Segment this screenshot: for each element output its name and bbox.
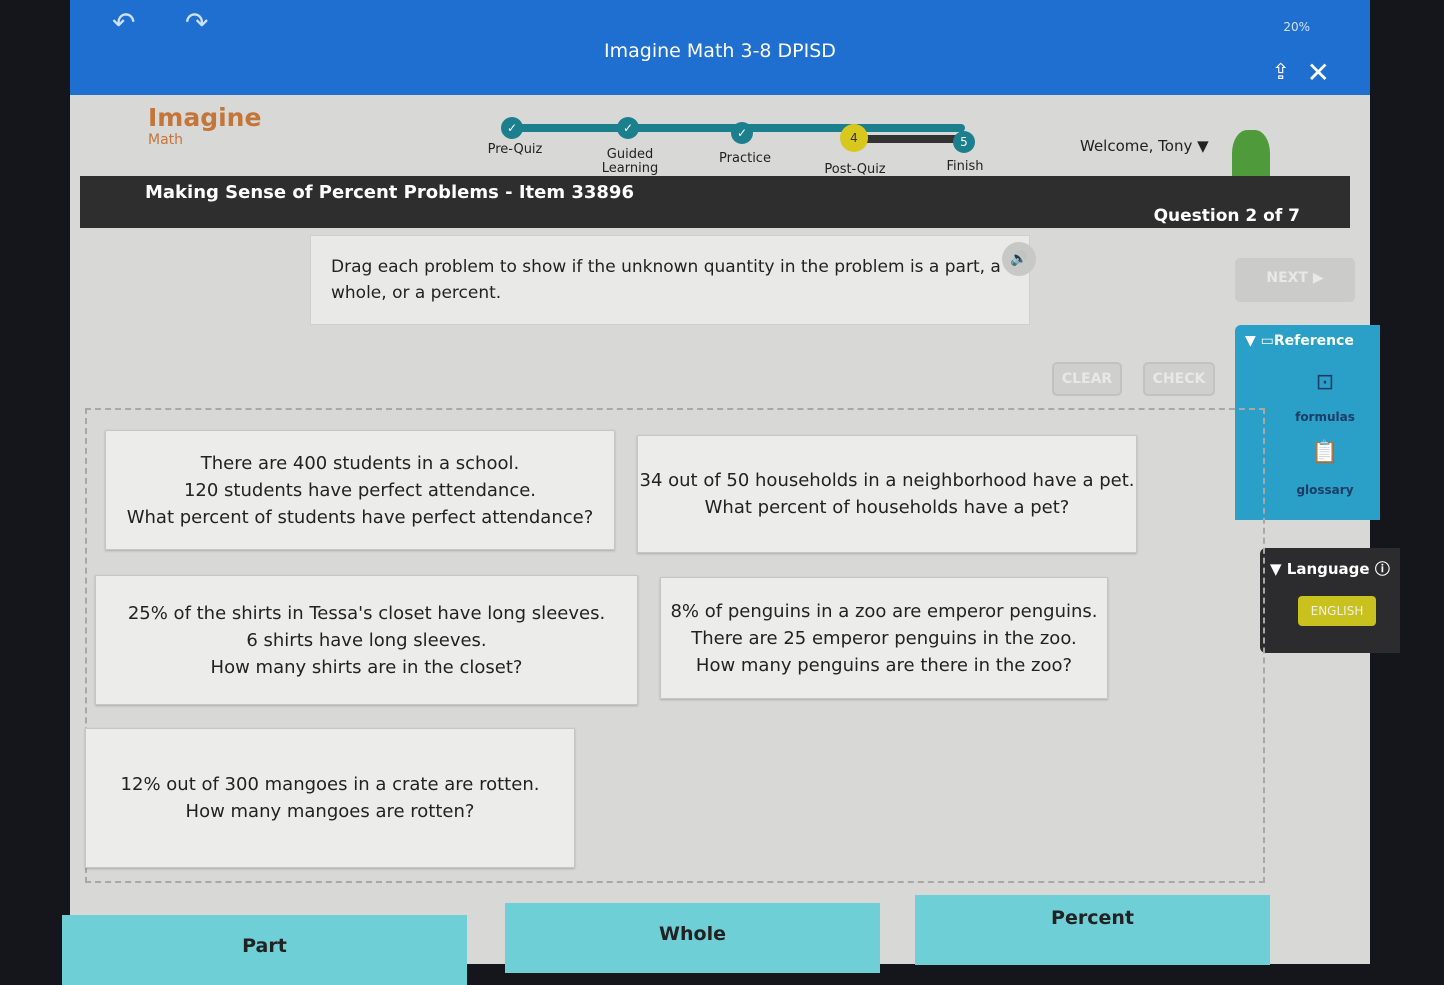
problem-card[interactable]: There are 400 students in a school. 120 s… — [105, 430, 615, 550]
card-line: How many shirts are in the closet? — [210, 656, 523, 678]
step-label: Post-Quiz — [824, 162, 886, 177]
question-counter: Question 2 of 7 — [1153, 206, 1300, 226]
language-panel: ▼ Language ⓘ ENGLISH — [1260, 548, 1400, 653]
problem-card[interactable]: 8% of penguins in a zoo are emperor peng… — [660, 577, 1108, 699]
info-icon[interactable]: ⓘ — [1375, 560, 1390, 578]
check-button[interactable]: CHECK — [1143, 362, 1215, 396]
card-line: 12% out of 300 mangoes in a crate are ro… — [120, 774, 540, 795]
card-line: How many penguins are there in the zoo? — [695, 654, 1073, 676]
welcome-text: Welcome, Tony — [1080, 137, 1193, 155]
speaker-icon[interactable]: 🔊 — [1002, 242, 1036, 276]
card-line: There are 25 emperor penguins in the zoo… — [691, 627, 1077, 649]
formulas-icon[interactable]: ⊡ — [1275, 370, 1375, 395]
clipboard-icon[interactable]: 📋 — [1275, 440, 1375, 465]
clear-button[interactable]: CLEAR — [1052, 362, 1122, 396]
card-line: 34 out of 50 households in a neighborhoo… — [639, 470, 1135, 491]
app-title: Imagine Math 3-8 DPISD — [604, 40, 836, 62]
app-screen: ↶ ↷ 20% Imagine Math 3-8 DPISD ⇪ ✕ Imagi… — [62, 0, 1400, 985]
lesson-header: Making Sense of Percent Problems - Item … — [80, 176, 1350, 228]
english-button[interactable]: ENGLISH — [1298, 596, 1376, 626]
problem-card[interactable]: 34 out of 50 households in a neighborhoo… — [637, 435, 1137, 553]
lesson-title: Making Sense of Percent Problems - Item … — [145, 182, 634, 203]
card-line: What percent of households have a pet? — [704, 497, 1070, 518]
step-prequiz-check-icon: ✓ — [501, 117, 523, 139]
card-line: What percent of students have perfect at… — [126, 506, 594, 528]
formulas-link[interactable]: formulas — [1275, 410, 1375, 424]
forward-icon[interactable]: ↷ — [185, 6, 208, 39]
problem-card[interactable]: 25% of the shirts in Tessa's closet have… — [95, 575, 638, 705]
progress-track-remaining — [855, 135, 965, 143]
problem-card[interactable]: 12% out of 300 mangoes in a crate are ro… — [85, 728, 575, 868]
card-line: 6 shirts have long sleeves. — [246, 629, 487, 651]
title-bar: ↶ ↷ 20% Imagine Math 3-8 DPISD ⇪ ✕ — [70, 0, 1370, 95]
step-postquiz: 4 — [840, 124, 868, 152]
part-drop-bin[interactable]: Part — [62, 915, 467, 985]
card-line: There are 400 students in a school. — [200, 452, 520, 474]
card-line: 8% of penguins in a zoo are emperor peng… — [670, 600, 1098, 622]
language-toggle[interactable]: ▼ Language ⓘ — [1270, 558, 1390, 579]
share-icon[interactable]: ⇪ — [1272, 60, 1290, 85]
step-guided-check-icon: ✓ — [617, 117, 639, 139]
step-label: Guided Learning — [601, 147, 659, 176]
reference-toggle[interactable]: ▼ ▭Reference — [1245, 333, 1354, 349]
instructions: Drag each problem to show if the unknown… — [310, 235, 1030, 325]
step-label: Finish — [946, 159, 984, 174]
caret-down-icon: ▼ — [1197, 137, 1209, 155]
card-line: 120 students have perfect attendance. — [183, 479, 537, 501]
percent-drop-bin[interactable]: Percent — [915, 895, 1270, 965]
step-label: Pre-Quiz — [487, 142, 543, 157]
card-line: 25% of the shirts in Tessa's closet have… — [127, 602, 606, 624]
user-menu[interactable]: Welcome, Tony ▼ — [1080, 137, 1209, 155]
close-icon[interactable]: ✕ — [1307, 56, 1330, 89]
whole-drop-bin[interactable]: Whole — [505, 903, 880, 973]
step-practice-check-icon: ✓ — [731, 122, 753, 144]
back-icon[interactable]: ↶ — [112, 6, 135, 39]
reference-title: Reference — [1273, 333, 1354, 349]
step-finish: 5 — [953, 131, 975, 153]
battery-status: 20% — [1283, 20, 1310, 34]
step-label: Practice — [719, 151, 771, 166]
language-title: Language — [1286, 560, 1370, 578]
card-line: How many mangoes are rotten? — [185, 801, 475, 822]
glossary-link[interactable]: glossary — [1275, 483, 1375, 497]
next-button[interactable]: NEXT ▶ — [1235, 258, 1355, 302]
logo: Imagine — [148, 103, 262, 132]
logo-sub: Math — [148, 132, 184, 148]
